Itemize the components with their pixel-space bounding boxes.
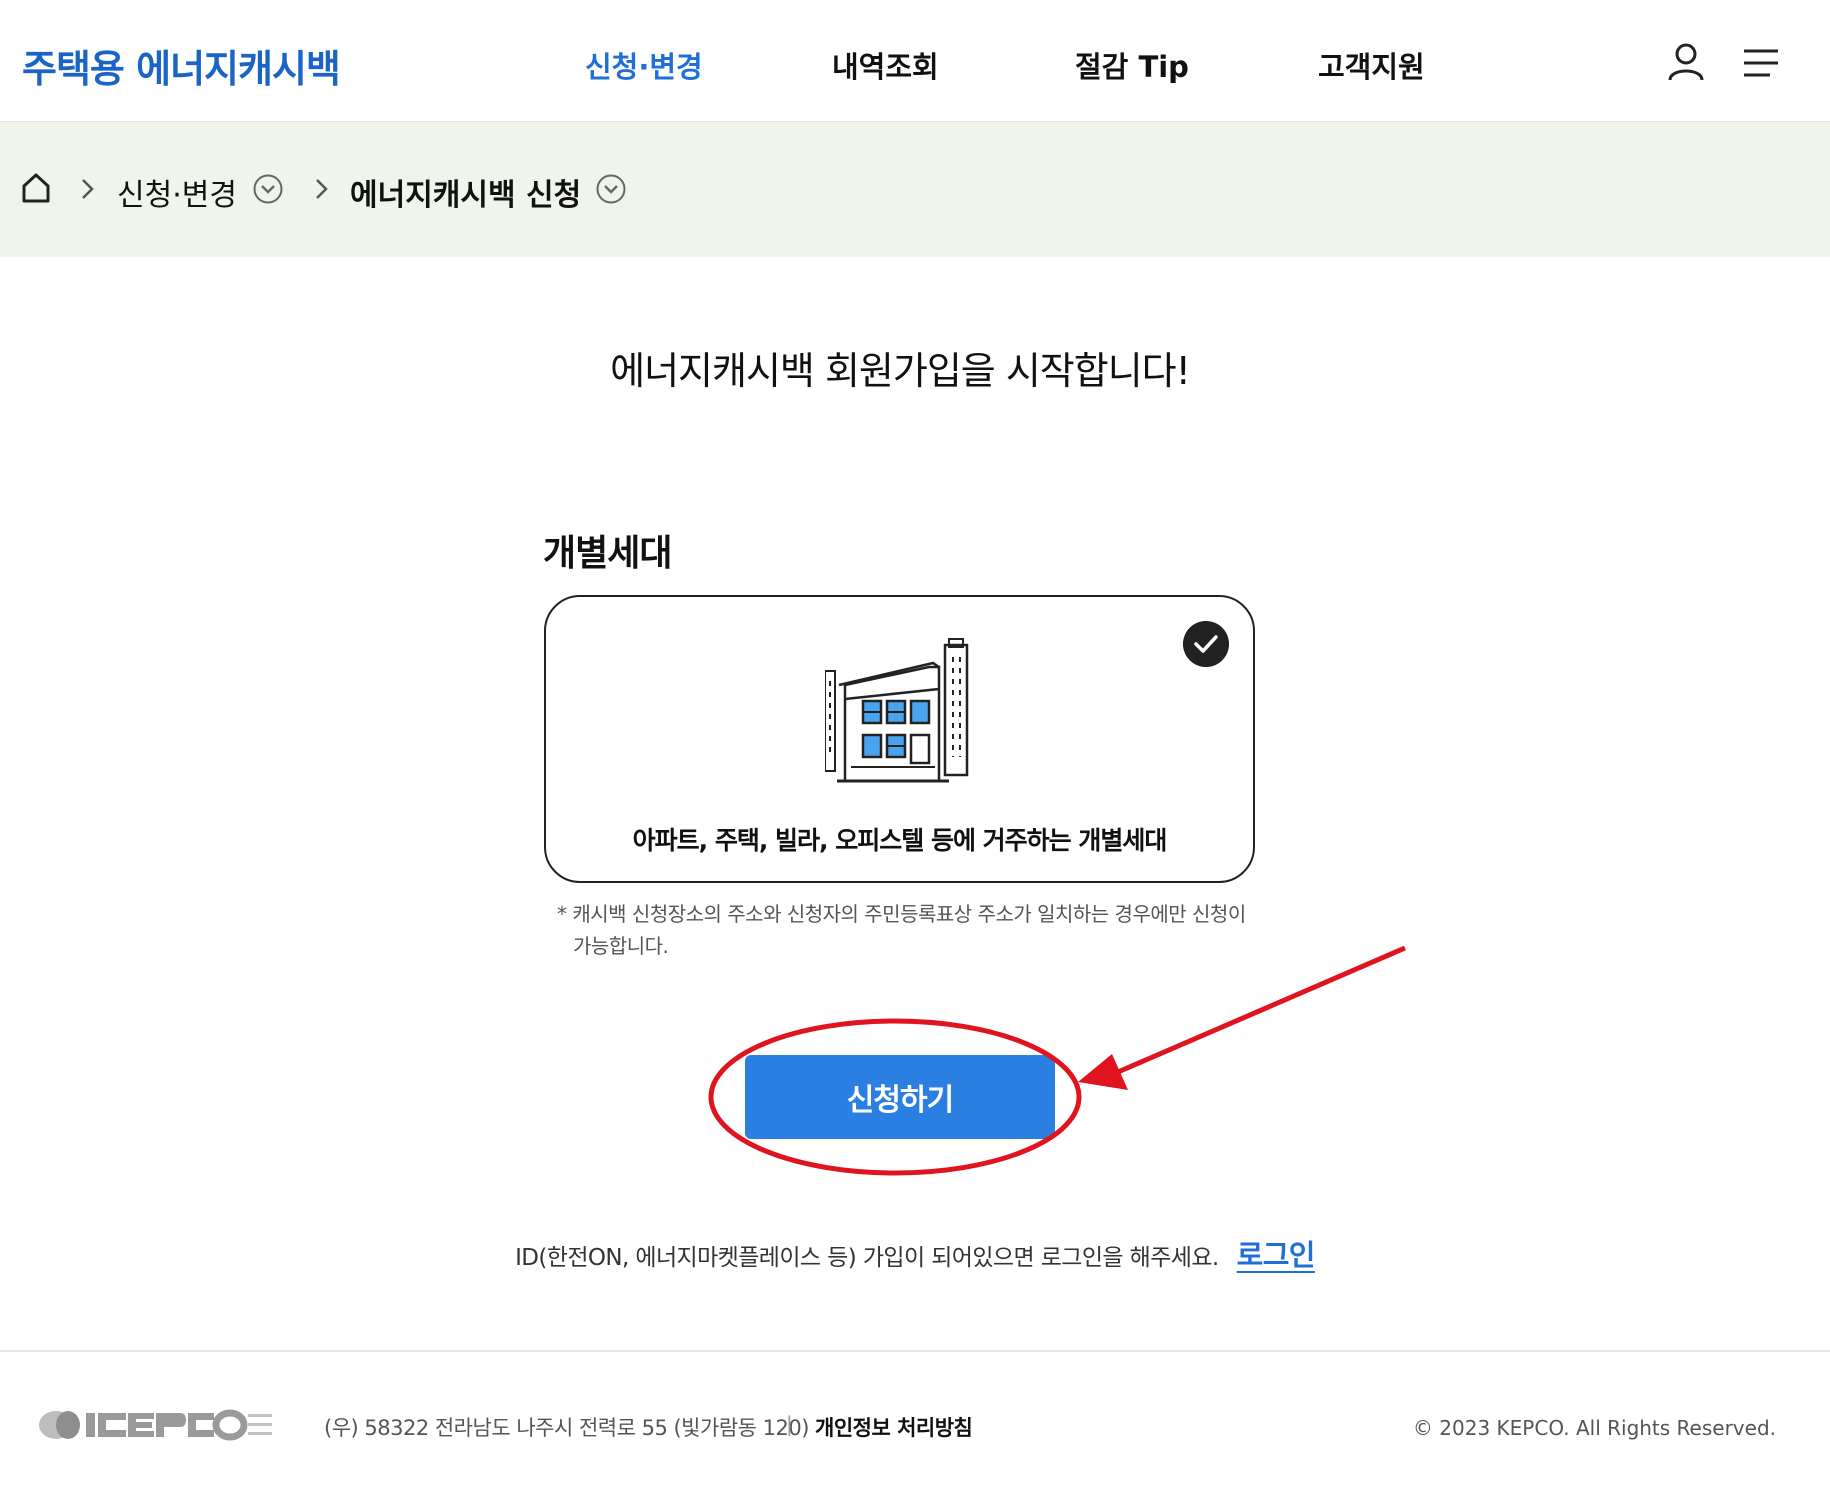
breadcrumb: 신청·변경 에너지캐시백 신청	[0, 122, 1830, 257]
building-icon	[825, 638, 969, 783]
site-header: 주택용 에너지캐시백 신청·변경 내역조회 절감 Tip 고객지원	[0, 0, 1830, 122]
footer-address: (우) 58322 전라남도 나주시 전력로 55 (빛가람동 120)	[324, 1416, 809, 1440]
site-logo[interactable]: 주택용 에너지캐시백	[22, 38, 341, 93]
nav-history[interactable]: 내역조회	[832, 44, 939, 86]
nav-apply-change[interactable]: 신청·변경	[585, 44, 703, 86]
card-description: 아파트, 주택, 빌라, 오피스텔 등에 거주하는 개별세대	[632, 826, 1168, 855]
login-prompt-row: ID(한전ON, 에너지마켓플레이스 등) 가입이 되어있으면 로그인을 해주세…	[0, 1232, 1830, 1274]
breadcrumb-item-apply-change[interactable]: 신청·변경	[117, 170, 237, 214]
breadcrumb-item-cashback-apply[interactable]: 에너지캐시백 신청	[350, 170, 581, 214]
copyright: © 2023 KEPCO. All Rights Reserved.	[1412, 1416, 1776, 1440]
pointer-arrow-line	[1117, 945, 1406, 1075]
chevron-down-circle-icon[interactable]	[595, 173, 627, 205]
home-icon[interactable]	[20, 172, 52, 204]
page-headline: 에너지캐시백 회원가입을 시작합니다!	[610, 349, 1191, 393]
hamburger-menu-icon[interactable]	[1740, 40, 1784, 84]
address-notice: * 캐시백 신청장소의 주소와 신청자의 주민등록표상 주소가 일치하는 경우에…	[557, 898, 1247, 962]
check-icon	[1183, 621, 1229, 667]
chevron-right-icon	[316, 179, 328, 199]
notice-line-2: 가능합니다.	[573, 934, 669, 958]
login-prompt-text: ID(한전ON, 에너지마켓플레이스 등) 가입이 되어있으면 로그인을 해주세…	[515, 1245, 1219, 1271]
nav-saving-tip[interactable]: 절감 Tip	[1075, 44, 1189, 86]
section-title: 개별세대	[543, 533, 672, 574]
household-type-card[interactable]: 아파트, 주택, 빌라, 오피스텔 등에 거주하는 개별세대	[544, 595, 1255, 883]
apply-button[interactable]: 신청하기	[745, 1055, 1055, 1139]
chevron-right-icon	[82, 179, 94, 199]
user-icon[interactable]	[1664, 40, 1708, 84]
nav-support[interactable]: 고객지원	[1318, 44, 1425, 86]
site-footer: (우) 58322 전라남도 나주시 전력로 55 (빛가람동 120) | 개…	[0, 1350, 1830, 1508]
notice-line-1: * 캐시백 신청장소의 주소와 신청자의 주민등록표상 주소가 일치하는 경우에…	[557, 902, 1246, 926]
kepco-logo	[39, 1409, 272, 1441]
pointer-arrow-head	[1078, 1054, 1128, 1090]
chevron-down-circle-icon[interactable]	[252, 173, 284, 205]
privacy-policy-link[interactable]: 개인정보 처리방침	[815, 1412, 973, 1442]
footer-separator: |	[786, 1412, 793, 1436]
login-link[interactable]: 로그인	[1237, 1238, 1316, 1272]
